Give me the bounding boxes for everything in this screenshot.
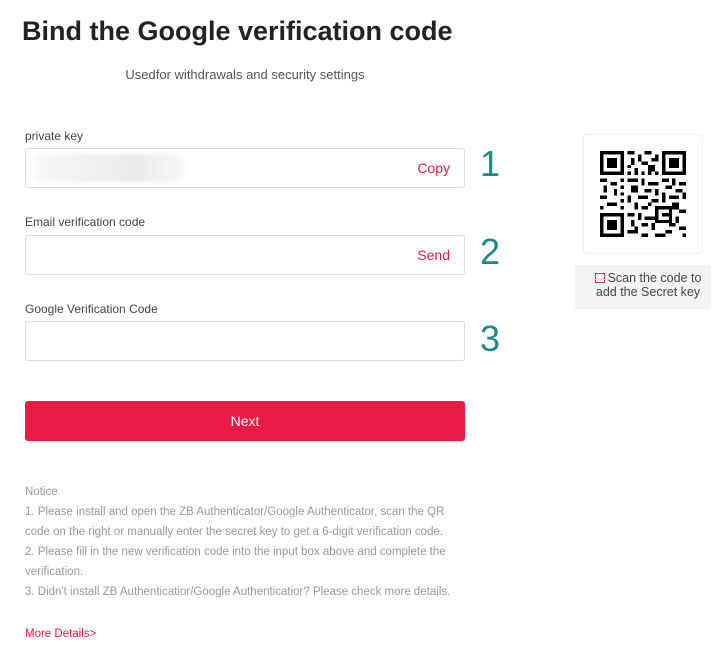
step-number-2: 2: [480, 231, 501, 272]
notice-heading: Notice: [25, 486, 58, 498]
step-number-1: 1: [480, 143, 501, 184]
copy-button[interactable]: Copy: [417, 160, 450, 176]
scan-instruction: Scan the code to add the Secret key: [587, 271, 709, 299]
notice-item: 1. Please install and open the ZB Authen…: [25, 506, 445, 538]
scan-icon: [594, 273, 605, 283]
private-key-field: Copy: [25, 148, 465, 188]
google-code-input[interactable]: [26, 322, 464, 360]
notice-item: 3. Didn't install ZB Authenticatior/Goog…: [25, 586, 451, 598]
page-title: Bind the Google verification code: [22, 16, 453, 46]
notice-item: 2. Please fill in the new verification c…: [25, 546, 446, 578]
qr-code-card: [583, 134, 703, 254]
google-code-field-box: [25, 321, 465, 361]
google-code-label: Google Verification Code: [25, 302, 158, 316]
private-key-label: private key: [25, 129, 84, 143]
step-number-3: 3: [480, 318, 501, 359]
scan-caption: Scan the code to add the Secret key: [595, 271, 702, 299]
more-details-link[interactable]: More Details>: [25, 628, 96, 640]
scan-instruction-box: Scan the code to add the Secret key: [575, 265, 711, 309]
send-code-button[interactable]: Send: [417, 247, 450, 263]
email-code-input[interactable]: [26, 236, 464, 274]
next-button[interactable]: Next: [25, 401, 465, 441]
email-code-label: Email verification code: [25, 215, 146, 229]
page-subtitle: Usedfor withdrawals and security setting…: [125, 67, 365, 82]
qr-code-image: [600, 151, 686, 237]
email-code-field-box: Send: [25, 235, 465, 275]
notice-section: Notice 1. Please install and open the ZB…: [25, 482, 470, 602]
private-key-value-blurred: [34, 154, 184, 182]
